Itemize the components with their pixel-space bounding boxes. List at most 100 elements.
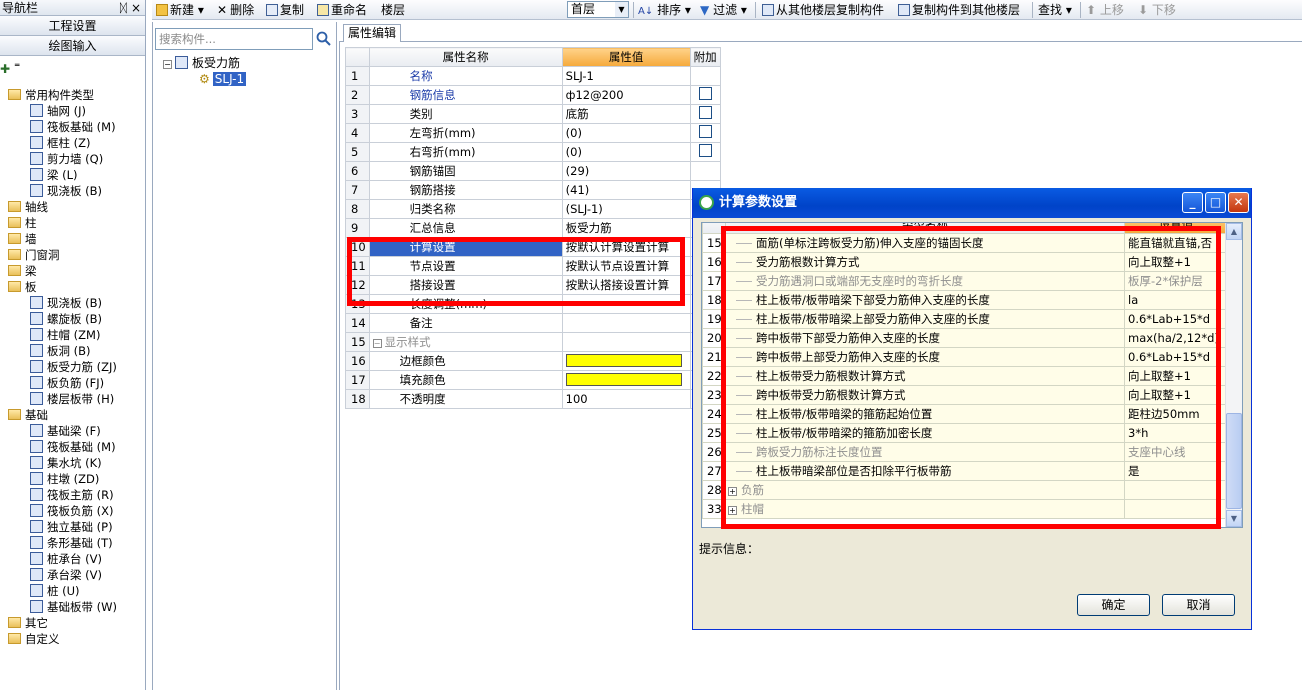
param-row[interactable]: 24 柱上板带/板带暗梁的箍筋起始位置 距柱边50mm — [702, 404, 1228, 424]
property-value[interactable]: 底筋 — [561, 104, 691, 124]
nav-folder[interactable]: 板 — [0, 279, 146, 295]
scroll-down-icon[interactable]: ▼ — [1226, 510, 1242, 527]
tree-node-root[interactable]: − 板受力筋 — [163, 55, 240, 71]
nav-item[interactable]: 梁 (L) — [0, 167, 146, 183]
tree-node-selected[interactable]: ⚙ SLJ-1 — [199, 71, 247, 87]
close-icon[interactable]: × — [131, 0, 141, 16]
cancel-button[interactable]: 取消 — [1162, 594, 1235, 616]
property-value[interactable]: SLJ-1 — [561, 66, 691, 86]
nav-item[interactable]: 剪力墙 (Q) — [0, 151, 146, 167]
nav-item[interactable]: 承台梁 (V) — [0, 567, 146, 583]
param-value[interactable]: 支座中心线 — [1124, 442, 1228, 462]
minimize-button[interactable]: _ — [1182, 192, 1203, 213]
collapse-icon[interactable]: − — [163, 60, 172, 69]
param-row[interactable]: 23 跨中板带受力筋根数计算方式 向上取整+1 — [702, 385, 1228, 405]
nav-folder[interactable]: 梁 — [0, 263, 146, 279]
param-row[interactable]: 17 受力筋遇洞口或端部无支座时的弯折长度 板厚-2*保护层 — [702, 271, 1228, 291]
nav-folder[interactable]: 自定义 — [0, 631, 146, 647]
property-value[interactable] — [561, 294, 691, 314]
extra-checkbox[interactable] — [698, 144, 712, 157]
param-row[interactable]: 25 柱上板带/板带暗梁的箍筋加密长度 3*h — [702, 423, 1228, 443]
nav-folder[interactable]: 柱 — [0, 215, 146, 231]
param-row[interactable]: 19 柱上板带/板带暗梁上部受力筋伸入支座的长度 0.6*Lab+15*d — [702, 309, 1228, 329]
project-settings-button[interactable]: 工程设置 — [0, 16, 145, 36]
expand-icon[interactable]: + — [728, 487, 737, 496]
param-value[interactable]: 向上取整+1 — [1124, 385, 1228, 405]
collapse-icon[interactable]: − — [372, 339, 382, 348]
nav-item[interactable]: 筏板主筋 (R) — [0, 487, 146, 503]
param-row[interactable]: 16 受力筋根数计算方式 向上取整+1 — [702, 252, 1228, 272]
property-value[interactable]: (29) — [561, 161, 691, 181]
property-value[interactable]: 板受力筋 — [561, 218, 691, 238]
property-value[interactable] — [561, 351, 691, 371]
param-row[interactable]: 21 跨中板带上部受力筋伸入支座的长度 0.6*Lab+15*d — [702, 347, 1228, 367]
nav-item[interactable]: 独立基础 (P) — [0, 519, 146, 535]
expand-icon[interactable]: + — [728, 506, 737, 515]
property-row[interactable]: 7 钢筋搭接 (41) — [345, 180, 721, 200]
find-button[interactable]: 查找 ▾ — [1038, 2, 1072, 18]
copy-button[interactable]: 复制 — [266, 2, 304, 18]
param-value[interactable] — [1124, 499, 1228, 519]
param-value[interactable]: 板厚-2*保护层 — [1124, 271, 1228, 291]
filter-button[interactable]: ▼ 过滤 ▾ — [700, 2, 747, 18]
param-row[interactable]: 22 柱上板带受力筋根数计算方式 向上取整+1 — [702, 366, 1228, 386]
property-value[interactable]: (0) — [561, 142, 691, 162]
property-row[interactable]: 9 汇总信息 板受力筋 — [345, 218, 721, 238]
nav-item[interactable]: 螺旋板 (B) — [0, 311, 146, 327]
nav-item[interactable]: 筏板负筋 (X) — [0, 503, 146, 519]
property-row[interactable]: 16 边框颜色 — [345, 351, 721, 371]
param-value[interactable]: 0.6*Lab+15*d — [1124, 309, 1228, 329]
close-button[interactable]: ✕ — [1228, 192, 1249, 213]
property-value[interactable]: 按默认节点设置计算 — [561, 256, 691, 276]
nav-item[interactable]: 框柱 (Z) — [0, 135, 146, 151]
nav-item[interactable]: 现浇板 (B) — [0, 295, 146, 311]
copy-to-floor-button[interactable]: 复制构件到其他楼层 — [898, 2, 1020, 18]
floor-select[interactable]: 首层 ▼ — [567, 1, 629, 18]
property-row[interactable]: 13 长度调整(mm) — [345, 294, 721, 314]
property-row[interactable]: 3 类别 底筋 — [345, 104, 721, 124]
property-value[interactable]: (41) — [561, 180, 691, 200]
maximize-button[interactable]: □ — [1205, 192, 1226, 213]
nav-item[interactable]: 板受力筋 (ZJ) — [0, 359, 146, 375]
nav-item[interactable]: 板负筋 (FJ) — [0, 375, 146, 391]
property-value[interactable]: 100 — [561, 389, 691, 409]
param-row[interactable]: 18 柱上板带/板带暗梁下部受力筋伸入支座的长度 la — [702, 290, 1228, 310]
nav-item[interactable]: 轴网 (J) — [0, 103, 146, 119]
property-row[interactable]: 1 名称 SLJ-1 — [345, 66, 721, 86]
property-value[interactable]: (0) — [561, 123, 691, 143]
param-value[interactable]: 是 — [1124, 461, 1228, 481]
property-row[interactable]: 11 节点设置 按默认节点设置计算 — [345, 256, 721, 276]
collapse-all-icon[interactable]: ⁼ — [14, 60, 20, 74]
param-value[interactable]: 向上取整+1 — [1124, 252, 1228, 272]
property-row[interactable]: 18 不透明度 100 — [345, 389, 721, 409]
ok-button[interactable]: 确定 — [1077, 594, 1150, 616]
param-row[interactable]: 20 跨中板带下部受力筋伸入支座的长度 max(ha/2,12*d) — [702, 328, 1228, 348]
property-row[interactable]: 15− 显示样式 — [345, 332, 721, 352]
nav-item[interactable]: 基础梁 (F) — [0, 423, 146, 439]
param-value[interactable]: la — [1124, 290, 1228, 310]
nav-item[interactable]: 集水坑 (K) — [0, 455, 146, 471]
nav-item[interactable]: 基础板带 (W) — [0, 599, 146, 615]
scroll-thumb[interactable] — [1226, 413, 1242, 509]
param-value[interactable]: 向上取整+1 — [1124, 366, 1228, 386]
vertical-scrollbar[interactable]: ▲ ▼ — [1225, 223, 1242, 527]
drawing-input-button[interactable]: 绘图输入 — [0, 36, 145, 56]
nav-item[interactable]: 现浇板 (B) — [0, 183, 146, 199]
property-value[interactable]: ф12@200 — [561, 85, 691, 105]
param-value[interactable]: max(ha/2,12*d) — [1124, 328, 1228, 348]
sort-button[interactable]: A↓ 排序 ▾ — [638, 2, 691, 18]
property-row[interactable]: 6 钢筋锚固 (29) — [345, 161, 721, 181]
expand-all-icon[interactable]: ✚ — [0, 62, 10, 76]
param-group-row[interactable]: 28 + 负筋 — [702, 480, 1228, 500]
property-value[interactable]: (SLJ-1) — [561, 199, 691, 219]
new-button[interactable]: 新建 ▾ — [156, 2, 204, 18]
move-up-button[interactable]: ⬆ 上移 — [1086, 2, 1124, 18]
nav-item[interactable]: 板洞 (B) — [0, 343, 146, 359]
property-value[interactable]: 按默认计算设置计算 — [561, 237, 691, 257]
param-value[interactable]: 距柱边50mm — [1124, 404, 1228, 424]
extra-checkbox[interactable] — [698, 125, 712, 138]
property-row[interactable]: 8 归类名称 (SLJ-1) — [345, 199, 721, 219]
param-row[interactable]: 27 柱上板带暗梁部位是否扣除平行板带筋 是 — [702, 461, 1228, 481]
nav-item[interactable]: 柱墩 (ZD) — [0, 471, 146, 487]
pin-icon[interactable]: ᛞ — [120, 0, 127, 16]
